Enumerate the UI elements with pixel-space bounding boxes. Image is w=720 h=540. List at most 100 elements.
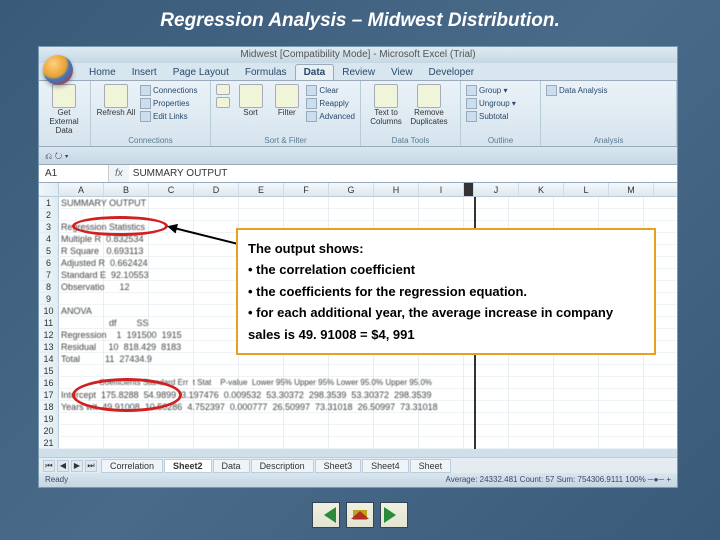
row-11[interactable]: 11 [39, 317, 59, 329]
sheet-nav[interactable]: ⏮◀▶⏭ [39, 460, 101, 472]
sheet-sheet[interactable]: Sheet [410, 459, 452, 473]
tab-view[interactable]: View [383, 65, 421, 80]
refresh-all-button[interactable]: Refresh All [96, 84, 136, 123]
slide-title: Regression Analysis – Midwest Distributi… [0, 0, 720, 38]
next-slide-button[interactable] [380, 502, 408, 528]
ribbon: Get External Data Get External Data Refr… [39, 81, 677, 147]
group-label-analysis: Analysis [546, 136, 671, 145]
clear-button[interactable]: Clear [306, 84, 355, 97]
status-ready: Ready [39, 473, 68, 487]
tab-data[interactable]: Data [295, 64, 335, 80]
annotation-circle-coefficients [72, 378, 182, 412]
row-7[interactable]: 7 [39, 269, 59, 281]
tab-home[interactable]: Home [81, 65, 124, 80]
callout-bullet-1: • the correlation coefficient [248, 259, 644, 280]
col-F[interactable]: F [284, 183, 329, 196]
col-A[interactable]: A [59, 183, 104, 196]
home-button[interactable] [346, 502, 374, 528]
row-2[interactable]: 2 [39, 209, 59, 221]
row-19[interactable]: 19 [39, 413, 59, 425]
group-label-connections: Connections [96, 136, 205, 145]
ttc-label: Text to Columns [370, 108, 402, 126]
sort-label: Sort [243, 108, 258, 117]
callout-heading: The output shows: [248, 238, 644, 259]
col-H[interactable]: H [374, 183, 419, 196]
row-3[interactable]: 3 [39, 221, 59, 233]
col-G[interactable]: G [329, 183, 374, 196]
refresh-label: Refresh All [97, 108, 136, 117]
col-C[interactable]: C [149, 183, 194, 196]
tab-page-layout[interactable]: Page Layout [165, 65, 237, 80]
edit-links-button[interactable]: Edit Links [140, 110, 197, 123]
col-K[interactable]: K [519, 183, 564, 196]
row-21[interactable]: 21 [39, 437, 59, 449]
row-13[interactable]: 13 [39, 341, 59, 353]
row-6[interactable]: 6 [39, 257, 59, 269]
remove-duplicates-button[interactable]: Remove Duplicates [409, 84, 449, 127]
row-5[interactable]: 5 [39, 245, 59, 257]
reapply-button[interactable]: Reapply [306, 97, 355, 110]
sort-button[interactable]: Sort [234, 84, 267, 123]
ribbon-tabstrip: Home Insert Page Layout Formulas Data Re… [39, 63, 677, 81]
sort-az-button[interactable] [216, 84, 231, 123]
tab-review[interactable]: Review [334, 65, 383, 80]
group-button[interactable]: Group ▾ [466, 84, 535, 97]
office-button[interactable] [43, 55, 73, 85]
row-4[interactable]: 4 [39, 233, 59, 245]
annotation-circle-multiple-r [72, 216, 168, 236]
data-analysis-button[interactable]: Data Analysis [546, 84, 671, 97]
triangle-left-icon [316, 507, 336, 523]
tab-insert[interactable]: Insert [124, 65, 165, 80]
sheet-tab-bar: ⏮◀▶⏭ Correlation Sheet2 Data Description… [39, 457, 677, 473]
col-B[interactable]: B [104, 183, 149, 196]
col-E[interactable]: E [239, 183, 284, 196]
col-J[interactable]: J [474, 183, 519, 196]
status-bar: Ready Average: 24332.481 Count: 57 Sum: … [39, 473, 677, 487]
row-18[interactable]: 18 [39, 401, 59, 413]
quick-access-toolbar[interactable]: ⎌ ↻ ▾ [39, 147, 677, 165]
subtotal-button[interactable]: Subtotal [466, 110, 535, 123]
callout-bullet-2: • the coefficients for the regression eq… [248, 281, 644, 302]
tab-formulas[interactable]: Formulas [237, 65, 295, 80]
sheet-sheet2[interactable]: Sheet2 [164, 459, 212, 473]
get-external-data-button[interactable]: Get External Data [44, 84, 84, 135]
name-box[interactable]: A1 [39, 165, 109, 182]
row-15[interactable]: 15 [39, 365, 59, 377]
home-icon [353, 510, 367, 520]
sheet-correlation[interactable]: Correlation [101, 459, 163, 473]
ungroup-button[interactable]: Ungroup ▾ [466, 97, 535, 110]
row-12[interactable]: 12 [39, 329, 59, 341]
status-aggregates: Average: 24332.481 Count: 57 Sum: 754306… [446, 473, 677, 487]
tab-developer[interactable]: Developer [421, 65, 483, 80]
col-L[interactable]: L [564, 183, 609, 196]
fx-icon[interactable]: fx [109, 168, 129, 179]
group-label-datatools: Data Tools [366, 136, 455, 145]
get-external-label: Get External Data [49, 108, 78, 135]
text-to-columns-button[interactable]: Text to Columns [366, 84, 406, 127]
properties-button[interactable]: Properties [140, 97, 197, 110]
col-D[interactable]: D [194, 183, 239, 196]
row-20[interactable]: 20 [39, 425, 59, 437]
row-16[interactable]: 16 [39, 377, 59, 389]
sheet-sheet3[interactable]: Sheet3 [315, 459, 362, 473]
connections-button[interactable]: Connections [140, 84, 197, 97]
rd-label: Remove Duplicates [410, 108, 447, 126]
row-14[interactable]: 14 [39, 353, 59, 365]
cell-summary-output: SUMMARY OUTPUT [61, 197, 146, 209]
col-I[interactable]: I [419, 183, 464, 196]
formula-input[interactable]: SUMMARY OUTPUT [129, 165, 677, 182]
row-17[interactable]: 17 [39, 389, 59, 401]
row-8[interactable]: 8 [39, 281, 59, 293]
filter-button[interactable]: Filter [270, 84, 303, 123]
window-titlebar: Midwest [Compatibility Mode] - Microsoft… [39, 47, 677, 63]
callout-box: The output shows: • the correlation coef… [236, 228, 656, 355]
row-1[interactable]: 1 [39, 197, 59, 209]
advanced-button[interactable]: Advanced [306, 110, 355, 123]
sheet-data[interactable]: Data [213, 459, 250, 473]
row-9[interactable]: 9 [39, 293, 59, 305]
row-10[interactable]: 10 [39, 305, 59, 317]
sheet-description[interactable]: Description [251, 459, 314, 473]
prev-slide-button[interactable] [312, 502, 340, 528]
col-M[interactable]: M [609, 183, 654, 196]
sheet-sheet4[interactable]: Sheet4 [362, 459, 409, 473]
